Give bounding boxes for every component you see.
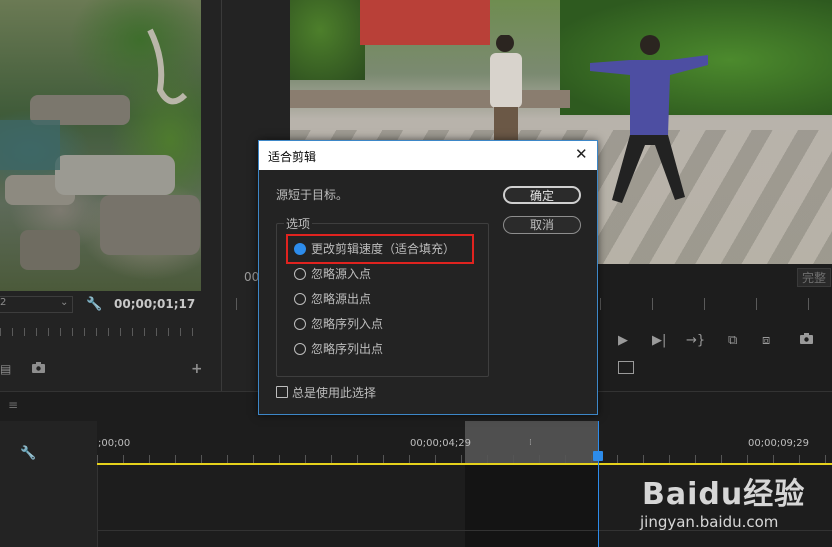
option-label: 忽略源入点: [311, 267, 372, 281]
chevron-down-icon: ⌄: [60, 297, 69, 308]
option-label: 忽略源出点: [311, 292, 372, 306]
radio-button[interactable]: [294, 343, 306, 355]
wrench-icon[interactable]: 🔧: [86, 297, 102, 312]
track-gap[interactable]: [465, 465, 598, 547]
cancel-button[interactable]: 取消: [503, 216, 581, 234]
always-use-checkbox[interactable]: [276, 386, 288, 398]
source-time-ruler[interactable]: [0, 328, 201, 336]
hamburger-icon[interactable]: ≡: [8, 398, 18, 412]
playhead-handle[interactable]: [593, 451, 603, 461]
ok-button[interactable]: 确定: [503, 186, 581, 204]
dialog-message: 源短于目标。: [276, 188, 349, 202]
dialog-titlebar[interactable]: 适合剪辑 ✕: [259, 141, 597, 170]
options-legend: 选项: [284, 215, 313, 232]
timeline-timecode: ;00;00: [98, 438, 131, 449]
play-icon[interactable]: ▶: [618, 333, 628, 348]
track-headers: [0, 421, 98, 547]
fit-clip-dialog: 适合剪辑 ✕ 源短于目标。 确定 取消 选项 更改剪辑速度（适合填充） 忽略源入…: [258, 140, 598, 415]
program-timecode[interactable]: 00: [244, 270, 259, 284]
source-monitor-video: [0, 0, 201, 291]
radio-button[interactable]: [294, 268, 306, 280]
resolution-dropdown[interactable]: 完整: [797, 268, 832, 287]
temple-wall: [360, 0, 490, 45]
safe-margins-icon[interactable]: [618, 361, 634, 374]
playhead-line[interactable]: [598, 421, 599, 547]
lift-icon[interactable]: ⧉: [728, 333, 737, 348]
extract-icon[interactable]: ⧈: [762, 333, 770, 348]
camera-icon[interactable]: [32, 362, 45, 376]
radio-button[interactable]: [294, 293, 306, 305]
radio-button[interactable]: [294, 318, 306, 330]
option-label: 忽略序列出点: [311, 342, 384, 356]
baidu-watermark: Baidu经验 jingyan.baidu.com: [640, 455, 830, 545]
person-figure: [590, 35, 708, 203]
annotation-highlight-box: [286, 234, 474, 264]
trees-area: [290, 0, 365, 80]
always-use-label: 总是使用此选择: [292, 386, 377, 400]
person-figure: [490, 35, 522, 140]
source-zoom-value: 2: [0, 297, 7, 308]
step-forward-icon[interactable]: ▶|: [652, 333, 666, 348]
option-label: 忽略序列入点: [311, 317, 384, 331]
source-zoom-dropdown[interactable]: 2 ⌄: [0, 296, 73, 313]
range-grip-icon[interactable]: ⁞: [529, 438, 532, 448]
panel-divider: [201, 0, 221, 391]
timeline-timecode: 00;00;09;29: [748, 438, 810, 449]
source-timecode[interactable]: 00;00;01;17: [114, 297, 195, 311]
close-icon[interactable]: ✕: [575, 145, 588, 163]
timeline-timecode: 00;00;04;29: [410, 438, 472, 449]
go-to-out-icon[interactable]: →}: [686, 333, 705, 348]
watermark-brand: Baidu经验: [642, 477, 806, 512]
watermark-url: jingyan.baidu.com: [640, 513, 779, 531]
export-frame-icon[interactable]: ▤: [0, 362, 11, 376]
dialog-title: 适合剪辑: [268, 150, 317, 164]
camera-icon[interactable]: [800, 333, 813, 348]
wrench-icon[interactable]: 🔧: [20, 446, 36, 461]
